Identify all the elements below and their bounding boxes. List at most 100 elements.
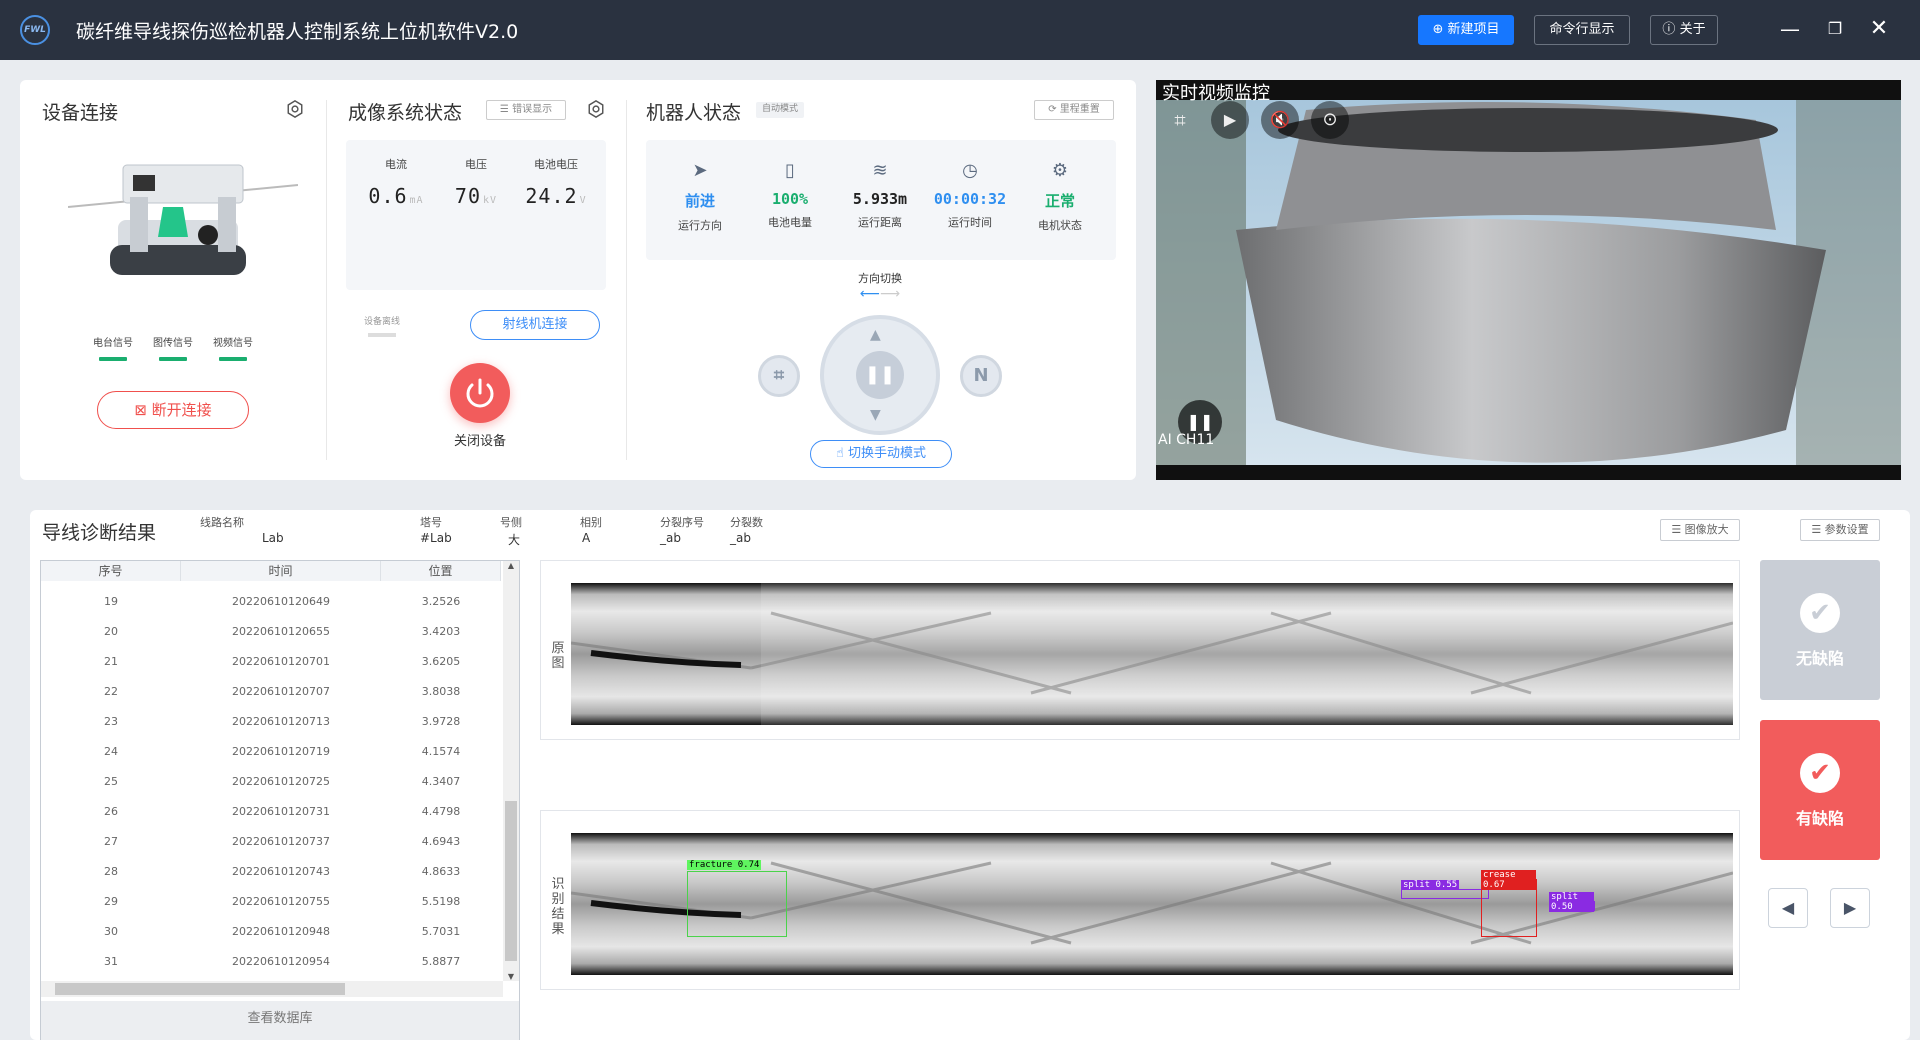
radio-signal-indicator: 电台信号 bbox=[88, 334, 138, 361]
view-database-button[interactable]: 查看数据库 bbox=[41, 1001, 519, 1040]
divider bbox=[626, 100, 627, 460]
plus-circle-icon: ⊕ bbox=[1432, 22, 1448, 37]
zoom-image-button[interactable]: ☰ 图像放大 bbox=[1660, 519, 1740, 541]
voltage-stat: 电压 70 kV bbox=[454, 158, 498, 208]
settings-icon[interactable]: ⊙ bbox=[1311, 101, 1349, 139]
motor-icon: ⚙ bbox=[1051, 160, 1069, 181]
app-logo: FWL bbox=[20, 15, 50, 45]
gear-icon[interactable] bbox=[286, 100, 304, 118]
manual-mode-button[interactable]: ☝ 切换手动模式 bbox=[810, 440, 952, 468]
settings-icon: ☰ bbox=[1811, 523, 1825, 536]
video-monitor: 实时视频监控 ⌗ ▶ 🔇 ⊙ ❚❚ AI CH11 bbox=[1156, 80, 1901, 480]
image-transmission-signal-indicator: 图传信号 bbox=[148, 334, 198, 361]
new-project-button[interactable]: ⊕ 新建项目 bbox=[1418, 15, 1514, 45]
imaging-stats-box: 电流 0.6 mA 电压 70 kV 电池电压 24.2 V bbox=[346, 140, 606, 290]
disconnect-button[interactable]: ⊠ 断开连接 bbox=[97, 391, 249, 429]
mileage-reset-button[interactable]: ⟳ 里程重置 bbox=[1034, 100, 1114, 120]
robot-stats-box: ➤ 前进 运行方向 ▯ 100% 电池电量 ≋ 5.933m 运行距离 ◷ 00… bbox=[646, 140, 1116, 260]
table-row[interactable]: 30 20220610120948 5.7031 bbox=[41, 917, 511, 947]
close-icon[interactable]: ✕ bbox=[1866, 16, 1892, 42]
list-icon: ☰ bbox=[499, 104, 513, 115]
direction-switch[interactable]: 方向切换 ⟵⟶ bbox=[850, 270, 910, 301]
video-overlay-text: AI CH11 bbox=[1158, 432, 1215, 448]
robot-status-title: 机器人状态 bbox=[646, 102, 742, 124]
tower-number-value: #Lab bbox=[420, 531, 452, 545]
param-settings-button[interactable]: ☰ 参数设置 bbox=[1800, 519, 1880, 541]
column-header-position[interactable]: 位置 bbox=[381, 561, 501, 581]
previous-button[interactable]: ◀ bbox=[1768, 888, 1808, 928]
table-row[interactable]: 27 20220610120737 4.6943 bbox=[41, 827, 511, 857]
split-index-value: _ab bbox=[660, 531, 681, 545]
error-display-button[interactable]: ☰ 错误显示 bbox=[486, 100, 566, 120]
original-image-label: 原图 bbox=[551, 641, 565, 671]
hand-icon: ☝ bbox=[835, 446, 849, 461]
refresh-icon: ⟳ bbox=[1048, 104, 1060, 115]
record-table: 序号 时间 位置 ▲ ▼ 19 20220610120649 3.2526 20 20… bbox=[40, 560, 520, 1040]
phase-value: A bbox=[582, 531, 591, 545]
divider bbox=[326, 100, 327, 460]
camera-icon[interactable]: ▶ bbox=[1211, 101, 1249, 139]
next-button[interactable]: ▶ bbox=[1830, 888, 1870, 928]
battery-voltage-stat: 电池电压 24.2 V bbox=[525, 158, 587, 208]
table-row[interactable]: 19 20220610120649 3.2526 bbox=[41, 587, 511, 617]
navigation-icon: ➤ bbox=[692, 160, 708, 181]
xray-connect-button[interactable]: 射线机连接 bbox=[470, 310, 600, 340]
table-row[interactable]: 24 20220610120719 4.1574 bbox=[41, 737, 511, 767]
recognition-image-card: 识别结果 fracture 0.74 split 0.55 crease 0.6… bbox=[540, 810, 1740, 990]
pause-icon[interactable]: ❚❚ bbox=[856, 351, 904, 399]
recognition-result-label: 识别结果 bbox=[551, 877, 565, 937]
no-defect-button[interactable]: ✔ 无缺陷 bbox=[1760, 560, 1880, 700]
crop-icon[interactable]: ⌗ bbox=[1166, 106, 1194, 134]
video-feed bbox=[1156, 80, 1901, 480]
table-row[interactable]: 31 20220610120954 5.8877 bbox=[41, 947, 511, 977]
title-bar: FWL 碳纤维导线探伤巡检机器人控制系统上位机软件V2.0 ⊕ 新建项目 命令行… bbox=[0, 0, 1920, 60]
current-stat: 电流 0.6 mA bbox=[368, 158, 424, 208]
table-row[interactable]: 21 20220610120701 3.6205 bbox=[41, 647, 511, 677]
arrow-up-icon[interactable]: ▲ bbox=[870, 327, 881, 343]
table-row[interactable]: 22 20220610120707 3.8038 bbox=[41, 677, 511, 707]
table-row[interactable]: 25 20220610120725 4.3407 bbox=[41, 767, 511, 797]
column-header-time[interactable]: 时间 bbox=[181, 561, 381, 581]
recognition-xray-image[interactable]: fracture 0.74 split 0.55 crease 0.67 spl… bbox=[571, 833, 1733, 975]
video-signal-indicator: 视频信号 bbox=[208, 334, 258, 361]
has-defect-button[interactable]: ✔ 有缺陷 bbox=[1760, 720, 1880, 860]
joystick-pad[interactable]: ▲ ▼ ❚❚ bbox=[820, 315, 940, 435]
detection-box-crease[interactable]: crease 0.67 bbox=[1481, 870, 1537, 937]
mute-icon[interactable]: 🔇 bbox=[1261, 101, 1299, 139]
zoom-icon: ☰ bbox=[1671, 523, 1685, 536]
side-value: 大 bbox=[508, 533, 521, 547]
route-icon: ≋ bbox=[872, 160, 888, 181]
restore-icon[interactable]: ❐ bbox=[1822, 16, 1848, 42]
direction-stat: ➤ 前进 运行方向 bbox=[655, 160, 745, 233]
distance-stat: ≋ 5.933m 运行距离 bbox=[835, 160, 925, 230]
column-header-index[interactable]: 序号 bbox=[41, 561, 181, 581]
scrollbar-thumb[interactable] bbox=[55, 983, 345, 995]
table-row[interactable]: 23 20220610120713 3.9728 bbox=[41, 707, 511, 737]
device-connection-title: 设备连接 bbox=[42, 102, 119, 124]
phase-label: 相别 bbox=[580, 516, 602, 529]
detection-box-split[interactable]: split 0.55 bbox=[1401, 880, 1489, 899]
horizontal-scrollbar[interactable] bbox=[41, 981, 503, 997]
check-icon: ✔ bbox=[1800, 593, 1840, 633]
detection-box-split[interactable]: split 0.50 bbox=[1549, 892, 1595, 912]
disconnect-icon: ⊠ bbox=[134, 401, 152, 419]
neutral-button[interactable]: N bbox=[960, 355, 1002, 397]
detection-box-fracture[interactable]: fracture 0.74 bbox=[687, 860, 787, 937]
command-display-button[interactable]: 命令行显示 bbox=[1534, 15, 1630, 45]
original-xray-image[interactable] bbox=[571, 583, 1733, 725]
table-row[interactable]: 26 20220610120731 4.4798 bbox=[41, 797, 511, 827]
battery-stat: ▯ 100% 电池电量 bbox=[745, 160, 835, 230]
power-button[interactable] bbox=[450, 363, 510, 423]
table-row[interactable]: 28 20220610120743 4.8633 bbox=[41, 857, 511, 887]
table-row[interactable]: 20 20220610120655 3.4203 bbox=[41, 617, 511, 647]
table-row[interactable]: 29 20220610120755 5.5198 bbox=[41, 887, 511, 917]
route-name-value: Lab bbox=[262, 531, 284, 545]
chevron-right-icon: ▶ bbox=[1843, 898, 1857, 917]
imaging-status-title: 成像系统状态 bbox=[348, 102, 463, 124]
scroll-up-icon: ▲ bbox=[507, 561, 515, 570]
arrow-down-icon[interactable]: ▼ bbox=[870, 407, 881, 423]
gear-icon[interactable] bbox=[587, 100, 605, 118]
crop-icon[interactable]: ⌗ bbox=[758, 355, 800, 397]
minimize-icon[interactable]: — bbox=[1777, 16, 1803, 42]
about-button[interactable]: ⓘ 关于 bbox=[1650, 15, 1718, 45]
